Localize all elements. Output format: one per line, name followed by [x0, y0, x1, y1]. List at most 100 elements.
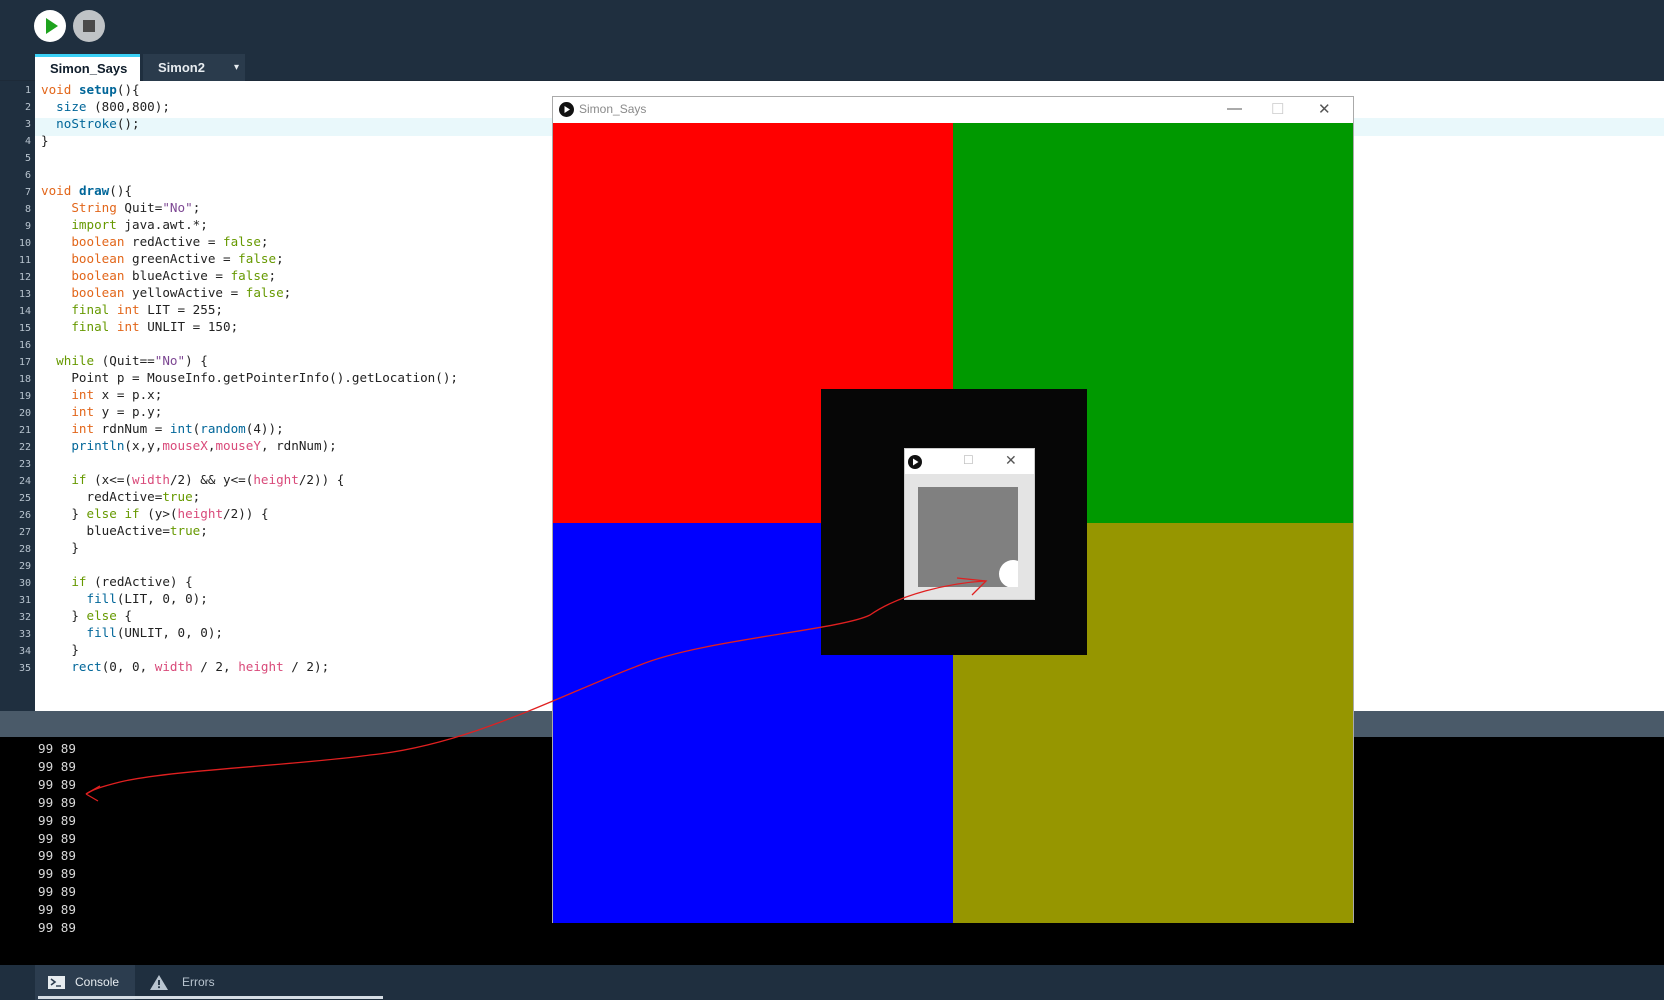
run-button[interactable]: [34, 10, 66, 42]
toolbar: [0, 0, 1664, 80]
stop-button[interactable]: [73, 10, 105, 42]
line-number: 16: [18, 340, 31, 351]
sketch-window-title: Simon_Says: [579, 102, 647, 116]
code-line-21: int rdnNum = int(random(4));: [71, 421, 284, 436]
line-number: 34: [18, 646, 31, 657]
code-line-17: while (Quit=="No") {: [56, 353, 208, 368]
line-number: 3: [24, 119, 31, 130]
line-number: 23: [18, 459, 31, 470]
line-number: 9: [24, 221, 31, 232]
errors-tab[interactable]: Errors: [150, 965, 250, 1000]
line-number: 33: [18, 629, 31, 640]
line-number: 14: [18, 306, 31, 317]
code-line-7: void draw(){: [41, 183, 133, 198]
code-line-32: } else {: [41, 608, 133, 623]
line-number: 25: [18, 493, 31, 504]
minimize-button[interactable]: —: [1227, 100, 1242, 117]
mini-sketch-window: ☐ ✕: [904, 448, 1035, 600]
code-line-24: if (x<=(width/2) && y<=(height/2)) {: [71, 472, 345, 487]
line-number: 5: [24, 153, 31, 164]
line-number: 12: [18, 272, 31, 283]
line-number: 35: [18, 663, 31, 674]
play-icon: [46, 18, 58, 34]
code-line-28: }: [41, 540, 79, 555]
tab-simon-says[interactable]: Simon_Says: [35, 54, 140, 81]
line-number: 15: [18, 323, 31, 334]
warning-icon: [150, 975, 168, 990]
mini-close-icon: ✕: [1005, 452, 1017, 468]
status-progress-line: [38, 996, 383, 999]
line-number: 13: [18, 289, 31, 300]
line-number: 27: [18, 527, 31, 538]
processing-logo-icon: [559, 102, 574, 117]
console-line: 99 89: [38, 794, 76, 810]
console-tab[interactable]: Console: [35, 965, 135, 1000]
mini-window-titlebar: ☐ ✕: [905, 449, 1034, 474]
line-number: 10: [18, 238, 31, 249]
console-line: 99 89: [38, 830, 76, 846]
close-button[interactable]: ✕: [1318, 100, 1331, 118]
console-line: 99 89: [38, 776, 76, 792]
code-line-33: fill(UNLIT, 0, 0);: [86, 625, 224, 640]
line-number: 1: [24, 85, 31, 96]
tab-simon2[interactable]: Simon2: [143, 54, 236, 81]
code-line-26: } else if (y>(height/2)) {: [41, 506, 269, 521]
bottom-bar: Console Errors: [0, 965, 1664, 1000]
code-line-15: final int UNLIT = 150;: [71, 319, 239, 334]
code-line-2: size (800,800);: [56, 99, 170, 114]
line-number: 22: [18, 442, 31, 453]
line-number: 18: [18, 374, 31, 385]
code-line-14: final int LIT = 255;: [71, 302, 224, 317]
tab-menu-chevron-down-icon[interactable]: ▾: [228, 54, 245, 81]
line-number: 20: [18, 408, 31, 419]
nested-screen-capture: ☐ ✕: [821, 389, 1087, 655]
console-line: 99 89: [38, 920, 76, 935]
sketch-canvas[interactable]: ☐ ✕: [553, 123, 1353, 923]
line-number: 8: [24, 204, 31, 215]
line-number: 7: [24, 187, 31, 198]
console-line: 99 89: [38, 902, 76, 918]
code-line-18: Point p = MouseInfo.getPointerInfo().get…: [41, 370, 459, 385]
code-line-10: boolean redActive = false;: [71, 234, 269, 249]
code-line-12: boolean blueActive = false;: [71, 268, 277, 283]
processing-logo-icon: [908, 455, 922, 469]
console-line: 99 89: [38, 758, 76, 774]
console-tab-label: Console: [75, 975, 120, 989]
sketch-window-titlebar[interactable]: Simon_Says — ☐ ✕: [553, 97, 1353, 122]
code-line-27: blueActive=true;: [41, 523, 208, 538]
code-line-20: int y = p.y;: [71, 404, 163, 419]
code-line-13: boolean yellowActive = false;: [71, 285, 292, 300]
code-line-34: }: [41, 642, 79, 657]
line-number: 24: [18, 476, 31, 487]
code-line-3: noStroke();: [56, 116, 140, 131]
code-line-4: }: [41, 133, 49, 148]
line-number: 29: [18, 561, 31, 572]
code-line-11: boolean greenActive = false;: [71, 251, 284, 266]
line-number: 2: [24, 102, 31, 113]
code-line-25: redActive=true;: [41, 489, 201, 504]
line-number: 19: [18, 391, 31, 402]
code-line-1: void setup(){: [41, 82, 140, 97]
line-number: 30: [18, 578, 31, 589]
mini-canvas: [918, 487, 1018, 587]
line-number: 28: [18, 544, 31, 555]
code-line-35: rect(0, 0, width / 2, height / 2);: [71, 659, 330, 674]
console-line: 99 89: [38, 812, 76, 828]
line-number: 17: [18, 357, 31, 368]
code-line-31: fill(LIT, 0, 0);: [86, 591, 208, 606]
code-line-30: if (redActive) {: [71, 574, 193, 589]
maximize-button[interactable]: ☐: [1271, 100, 1284, 118]
line-number: 21: [18, 425, 31, 436]
line-number: 4: [24, 136, 31, 147]
line-number: 26: [18, 510, 31, 521]
code-line-19: int x = p.x;: [71, 387, 163, 402]
sketch-window[interactable]: Simon_Says — ☐ ✕ ☐ ✕: [552, 96, 1354, 923]
console-line: 99 89: [38, 866, 76, 882]
mini-maximize-icon: ☐: [963, 453, 974, 467]
console-line: 99 89: [38, 884, 76, 900]
line-number: 32: [18, 612, 31, 623]
mouse-dot: [999, 560, 1018, 587]
line-number: 11: [18, 255, 31, 266]
terminal-icon: [48, 976, 65, 989]
stop-icon: [83, 20, 95, 32]
